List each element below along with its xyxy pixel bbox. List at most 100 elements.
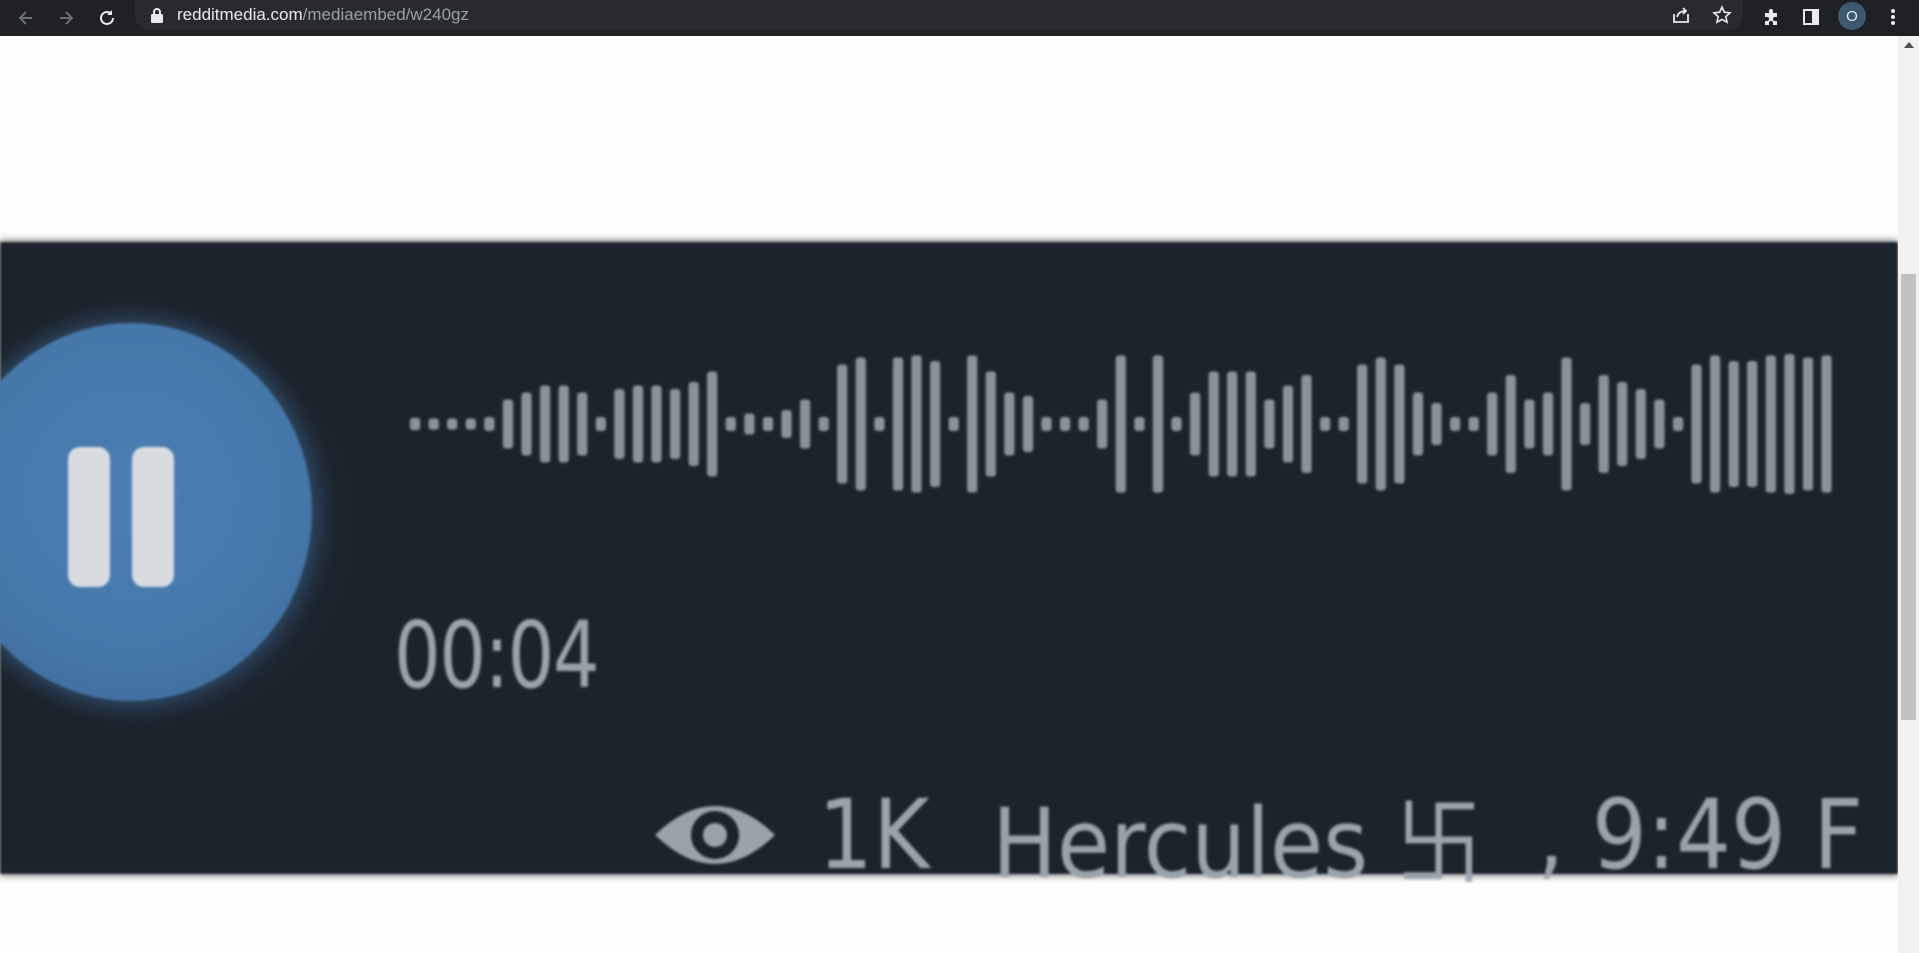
waveform-bar: [595, 417, 606, 431]
pause-icon-left-bar: [68, 447, 110, 587]
lock-icon: [151, 8, 163, 23]
waveform-bar: [1152, 355, 1164, 493]
back-icon: [18, 11, 32, 25]
bookmark-button[interactable]: [1710, 3, 1734, 27]
forward-button[interactable]: [52, 4, 80, 32]
waveform-bar: [1802, 357, 1814, 491]
view-count: 1K: [818, 779, 930, 891]
waveform-bar: [410, 417, 421, 431]
waveform-bar: [1320, 417, 1331, 431]
extensions-icon: [1765, 9, 1777, 25]
waveform-bar: [502, 399, 514, 449]
scroll-up-arrow-icon[interactable]: [1904, 42, 1914, 48]
waveform-bar: [670, 389, 681, 459]
waveform-bar: [1580, 403, 1591, 445]
eye-icon: [655, 806, 775, 864]
scrollbar-thumb[interactable]: [1901, 274, 1916, 720]
waveform-bar: [744, 413, 755, 435]
waveform-bar: [800, 399, 811, 449]
url-path: /mediaembed/w240gz: [302, 5, 469, 24]
waveform-bar: [1022, 396, 1034, 452]
url-host: redditmedia.com: [177, 5, 303, 24]
browser-toolbar: redditmedia.com/mediaembed/w240gz O: [0, 0, 1919, 36]
elapsed-time: 00:04: [394, 602, 600, 709]
side-panel-button[interactable]: [1798, 4, 1824, 30]
waveform-bar: [948, 417, 959, 431]
waveform-bar: [818, 417, 829, 431]
waveform-bar: [447, 418, 458, 430]
waveform-bar: [688, 382, 699, 466]
address-bar[interactable]: redditmedia.com/mediaembed/w240gz: [135, 0, 1743, 30]
waveform-bar: [725, 417, 736, 431]
extensions-button[interactable]: [1758, 4, 1784, 30]
browser-menu-button[interactable]: [1880, 4, 1906, 30]
waveform-bar: [1654, 399, 1665, 449]
waveform-bar: [1784, 354, 1795, 494]
waveform-bar: [1561, 357, 1572, 491]
message-meta: 1K Hercules 卐 , 9:49 F: [650, 779, 1898, 900]
waveform-bar: [1208, 371, 1219, 477]
waveform-bar: [1524, 399, 1535, 449]
waveform-bar: [1115, 355, 1126, 493]
waveform-bar: [930, 361, 941, 487]
share-button[interactable]: [1669, 3, 1693, 27]
waveform-bar: [1672, 417, 1684, 431]
waveform-bar: [1598, 375, 1609, 473]
waveform-bar: [484, 417, 495, 431]
waveform-bar: [1691, 364, 1702, 484]
side-panel-icon: [1803, 9, 1819, 25]
waveform-bar: [837, 364, 848, 484]
reload-button[interactable]: [93, 4, 121, 32]
waveform-bar: [1190, 392, 1201, 456]
waveform-bar: [1617, 382, 1628, 466]
waveform-bar: [465, 418, 476, 430]
waveform-bar: [1375, 357, 1386, 491]
waveform-bar: [874, 417, 885, 431]
waveform-bar: [1412, 392, 1424, 456]
waveform-bar: [707, 371, 718, 477]
author-name: Hercules 卐: [992, 787, 1483, 900]
waveform-bar: [1245, 371, 1256, 477]
audio-waveform[interactable]: [410, 354, 1840, 494]
menu-icon: [1891, 9, 1895, 25]
voice-message-player: 00:04 1K Hercules 卐 , 9:49 F: [0, 242, 1898, 900]
waveform-bar: [1728, 361, 1739, 487]
back-button[interactable]: [12, 4, 40, 32]
waveform-bar: [1821, 355, 1832, 493]
waveform-bar: [1635, 389, 1646, 459]
waveform-bar: [1060, 417, 1071, 431]
waveform-bar: [1450, 417, 1461, 431]
waveform-bar: [1542, 392, 1554, 456]
waveform-bar: [1505, 375, 1516, 473]
waveform-bar: [1747, 361, 1758, 487]
waveform-bar: [558, 385, 569, 463]
waveform-bar: [1765, 355, 1776, 493]
waveform-bar: [1097, 399, 1108, 449]
url-text: redditmedia.com/mediaembed/w240gz: [177, 5, 469, 25]
waveform-bar: [651, 385, 662, 463]
waveform-bar: [1134, 417, 1145, 431]
waveform-bar: [892, 357, 904, 491]
waveform-bar: [1282, 385, 1294, 463]
waveform-bar: [632, 385, 644, 463]
waveform-bar: [1004, 392, 1015, 456]
forward-icon: [60, 11, 74, 25]
waveform-bar: [762, 417, 774, 431]
waveform-bar: [1078, 417, 1089, 431]
waveform-bar: [577, 392, 588, 456]
waveform-bar: [1227, 371, 1238, 477]
waveform-bar: [1394, 364, 1405, 484]
waveform-bar: [967, 355, 978, 493]
waveform-bar: [521, 392, 532, 456]
message-timestamp: , 9:49 F: [1536, 779, 1863, 891]
waveform-bar: [1338, 417, 1349, 431]
vertical-scrollbar[interactable]: [1898, 36, 1919, 953]
waveform-bar: [1431, 403, 1442, 445]
share-icon: [1673, 7, 1689, 23]
waveform-bar: [428, 418, 439, 430]
profile-avatar[interactable]: O: [1838, 2, 1866, 30]
waveform-bar: [1041, 417, 1052, 431]
waveform-bar: [911, 355, 922, 493]
waveform-bar: [985, 371, 996, 477]
waveform-bar: [855, 357, 866, 491]
